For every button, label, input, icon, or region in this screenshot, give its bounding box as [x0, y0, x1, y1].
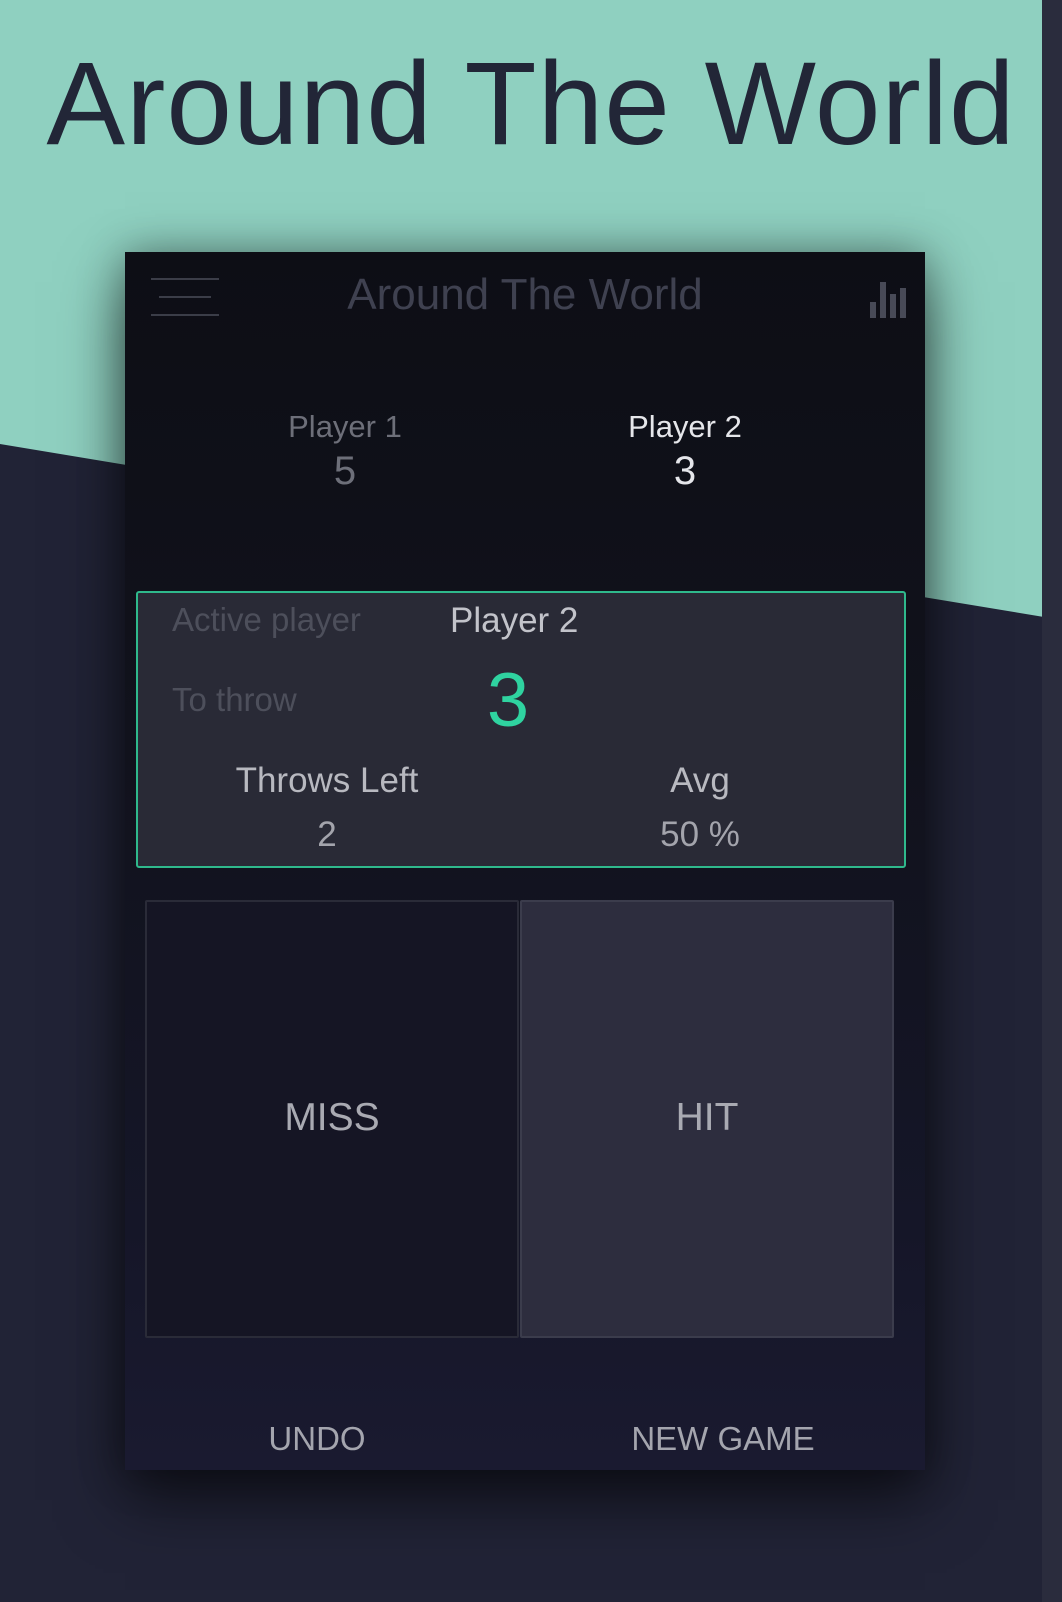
- throws-left-stat: Throws Left 2: [177, 761, 477, 855]
- throws-left-value: 2: [317, 815, 337, 854]
- average-value: 50 %: [660, 815, 740, 854]
- promo-headline: Around The World: [46, 38, 1016, 170]
- player-name: Player 2: [628, 409, 742, 444]
- app-bar: Around The World: [125, 252, 925, 344]
- player-score: 3: [673, 449, 697, 493]
- to-throw-label: To throw: [172, 681, 297, 718]
- to-throw-value: 3: [486, 658, 530, 743]
- miss-button[interactable]: MISS: [145, 900, 519, 1338]
- player-name: Player 1: [288, 409, 402, 444]
- miss-button-label: MISS: [284, 1096, 380, 1139]
- undo-button[interactable]: UNDO: [167, 1420, 467, 1458]
- hamburger-menu-icon[interactable]: [151, 278, 219, 318]
- player-2-score-card: Player 2 3: [555, 408, 815, 494]
- app-screen: Around The World Player 1 5 Player 2 3 A…: [125, 252, 925, 1470]
- throws-left-label: Throws Left: [235, 761, 419, 800]
- app-title: Around The World: [347, 270, 703, 319]
- player-score: 5: [333, 449, 357, 493]
- average-label: Avg: [670, 761, 730, 800]
- hit-button[interactable]: HIT: [520, 900, 894, 1338]
- active-player-label: Active player: [172, 601, 361, 638]
- hit-button-label: HIT: [675, 1096, 739, 1139]
- background-edge-strip: [1042, 0, 1062, 1602]
- bar-chart-icon[interactable]: [870, 278, 908, 318]
- average-stat: Avg 50 %: [550, 761, 850, 855]
- active-player-panel: Active player Player 2 To throw 3 Throws…: [136, 591, 906, 868]
- new-game-button[interactable]: NEW GAME: [573, 1420, 873, 1458]
- active-player-value: Player 2: [450, 601, 579, 640]
- player-1-score-card: Player 1 5: [215, 408, 475, 494]
